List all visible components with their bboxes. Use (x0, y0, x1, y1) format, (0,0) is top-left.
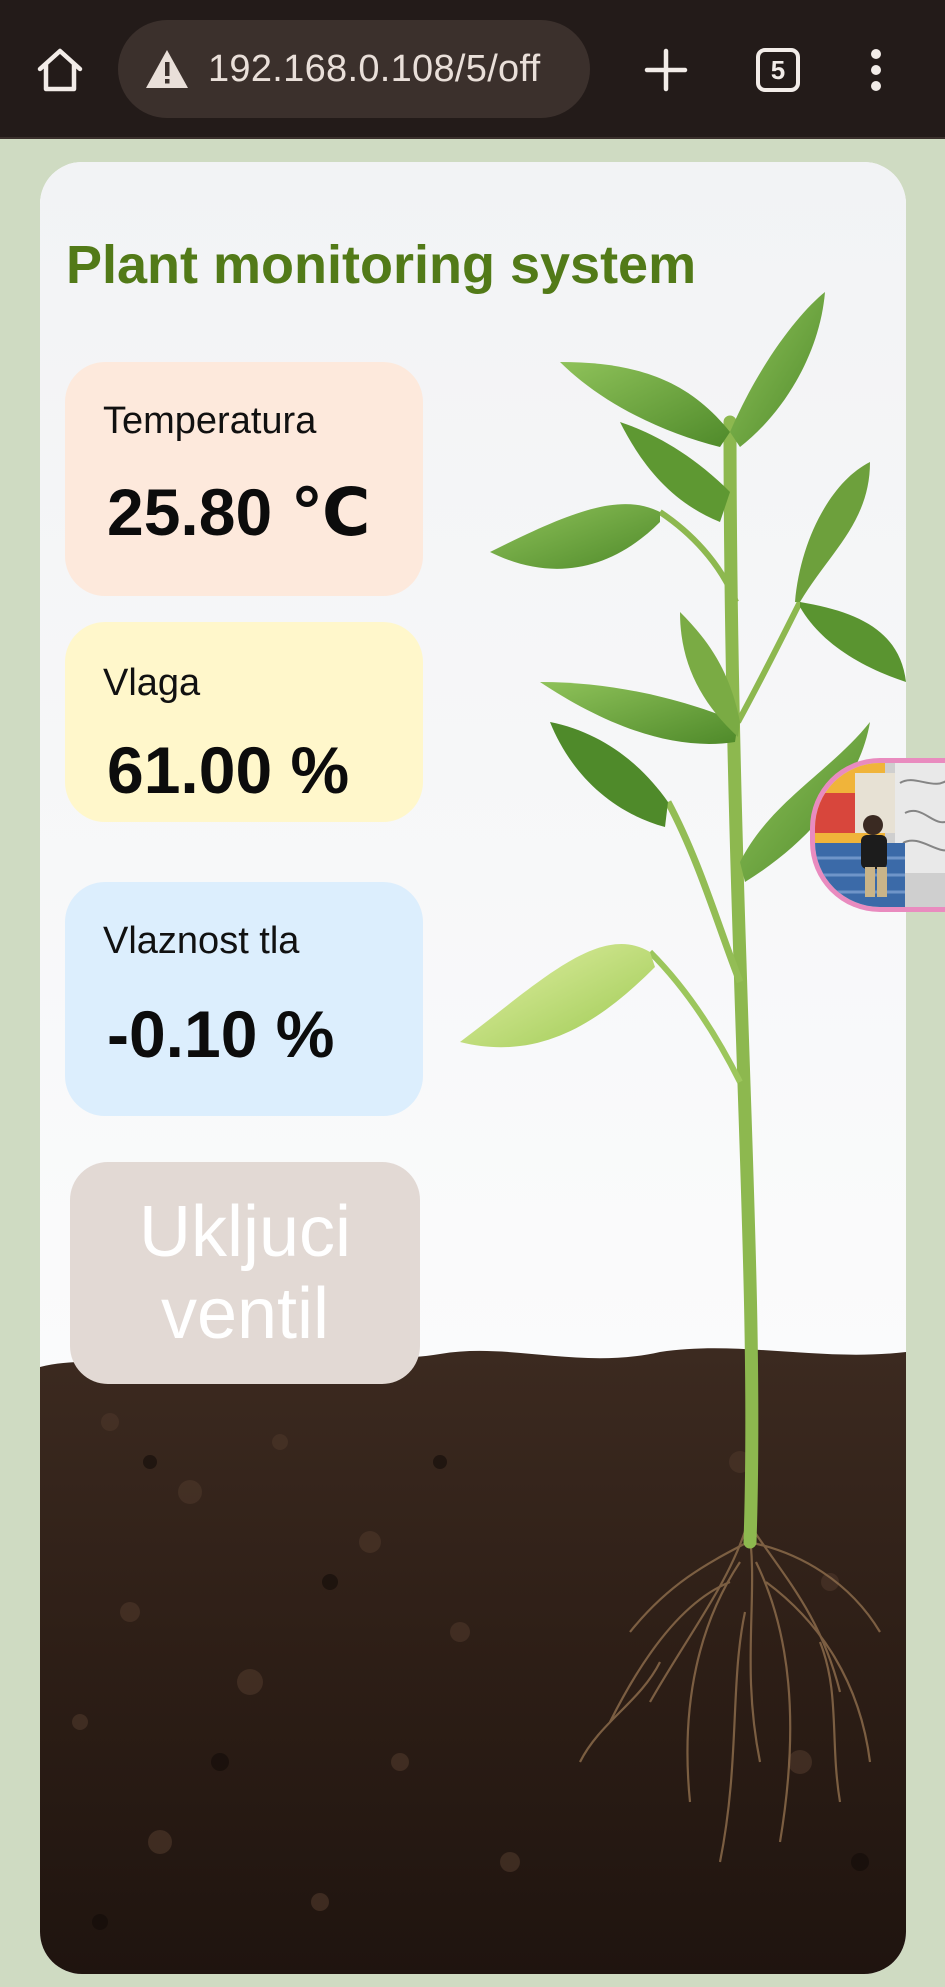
soil-moisture-card: Vlaznost tla -0.10 % (65, 882, 423, 1116)
soil-moisture-label: Vlaznost tla (103, 920, 300, 962)
home-icon (37, 48, 83, 92)
tab-count: 5 (770, 54, 786, 85)
humidity-value: 61.00 % (107, 733, 350, 807)
new-tab-button[interactable] (630, 34, 702, 106)
browser-toolbar: 192.168.0.108/5/off 5 (0, 0, 945, 139)
humidity-card: Vlaga 61.00 % (65, 622, 423, 822)
home-button[interactable] (22, 34, 98, 106)
soil-moisture-value: -0.10 % (107, 997, 335, 1071)
avatar (815, 763, 945, 907)
url-text: 192.168.0.108/5/off (208, 47, 541, 90)
warning-triangle-icon (146, 50, 188, 88)
humidity-label: Vlaga (103, 662, 201, 704)
temperature-value: 25.80 ℃ (107, 475, 371, 549)
browser-menu-button[interactable] (848, 34, 904, 106)
floating-chat-bubble[interactable] (810, 758, 945, 912)
tab-switcher-icon: 5 (756, 48, 800, 92)
valve-button-label: Ukljuci ventil (138, 1192, 352, 1354)
page-title: Plant monitoring system (66, 235, 697, 295)
kebab-menu-icon (871, 49, 881, 91)
plus-icon (644, 48, 688, 92)
temperature-card: Temperatura 25.80 ℃ (65, 362, 423, 596)
valve-on-button[interactable]: Ukljuci ventil (70, 1162, 420, 1384)
address-bar[interactable]: 192.168.0.108/5/off (118, 20, 590, 118)
page-card: Plant monitoring system Temperatura 25.8… (40, 162, 906, 1974)
tab-switcher-button[interactable]: 5 (742, 34, 814, 106)
temperature-label: Temperatura (103, 400, 317, 442)
